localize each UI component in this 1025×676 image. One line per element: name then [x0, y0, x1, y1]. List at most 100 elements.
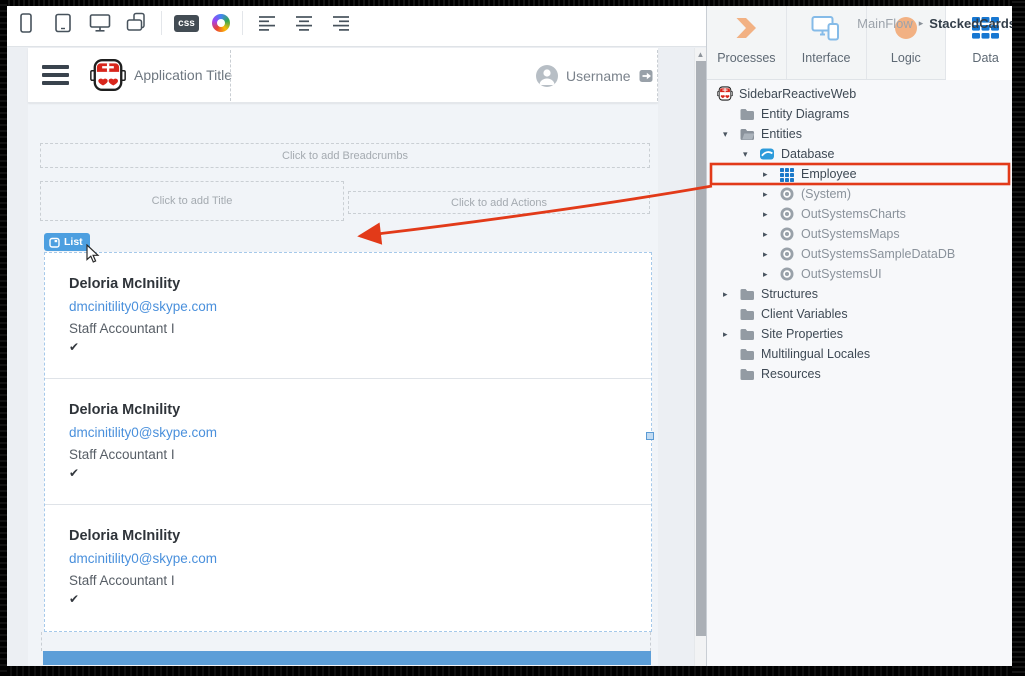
- tree-item-client-variables[interactable]: Client Variables: [707, 304, 1025, 324]
- rotate-orientation-icon[interactable]: [125, 11, 149, 35]
- screenshot-border: [0, 666, 1025, 676]
- reference-icon: [779, 246, 795, 262]
- title-placeholder[interactable]: Click to add Title: [40, 181, 344, 221]
- card-email[interactable]: dmcinitility0@skype.com: [69, 425, 651, 440]
- logout-icon[interactable]: [639, 69, 654, 83]
- list-widget-icon: [49, 237, 60, 248]
- next-widget-bar[interactable]: [43, 651, 651, 665]
- selection-resize-handle[interactable]: [646, 432, 654, 440]
- tree-item-label: OutSystemsSampleDataDB: [801, 247, 955, 261]
- tree-item-label: Database: [781, 147, 835, 161]
- tree-item-structures[interactable]: ▸ Structures: [707, 284, 1025, 304]
- tree-item-label: OutSystemsMaps: [801, 227, 900, 241]
- app-title[interactable]: Application Title: [134, 48, 232, 103]
- widget-edge-dash: [650, 632, 651, 651]
- tree-item-label: Structures: [761, 287, 818, 301]
- tree-item-label: Entities: [761, 127, 802, 141]
- user-menu[interactable]: Username: [536, 48, 654, 103]
- tree-item-label: Multilingual Locales: [761, 347, 870, 361]
- mouse-cursor-icon: [86, 244, 102, 264]
- card-name: Deloria McInility: [69, 276, 651, 292]
- twisty-closed-icon[interactable]: ▸: [723, 289, 739, 300]
- tree-item-site-properties[interactable]: ▸ Site Properties: [707, 324, 1025, 344]
- scrollbar-up-icon[interactable]: ▲: [695, 48, 706, 61]
- tree-item-multilingual-locales[interactable]: Multilingual Locales: [707, 344, 1025, 364]
- tree-item-entities[interactable]: ▾ Entities: [707, 124, 1025, 144]
- right-panel: ProcessesInterfaceLogicData SidebarReact…: [706, 0, 1025, 676]
- entity-icon: [779, 166, 795, 182]
- tree-item-sidebarreactiveweb[interactable]: SidebarReactiveWeb: [707, 84, 1025, 104]
- toolbar-divider: [242, 11, 243, 35]
- tree-item-label: Resources: [761, 367, 821, 381]
- tab-label: Data: [972, 51, 998, 65]
- card-role: Staff Accountant I: [69, 321, 651, 336]
- breadcrumb-flow[interactable]: MainFlow: [857, 16, 913, 31]
- twisty-closed-icon[interactable]: ▸: [763, 249, 779, 260]
- database-icon: [759, 146, 775, 162]
- list-widget[interactable]: Deloria McInility dmcinitility0@skype.com…: [44, 252, 652, 632]
- toolbar-divider: [161, 11, 162, 35]
- service-studio-window: css MainFlow ▸ StackedCards Applicatio: [0, 0, 1025, 676]
- tree-item-label: OutSystemsUI: [801, 267, 882, 281]
- reference-icon: [779, 266, 795, 282]
- scrollbar-thumb[interactable]: [696, 61, 706, 636]
- tree-item-label: Site Properties: [761, 327, 843, 341]
- tree-item-resources[interactable]: Resources: [707, 364, 1025, 384]
- list-widget-badge[interactable]: List: [44, 233, 90, 251]
- tab-interface[interactable]: Interface: [787, 0, 867, 79]
- card-check: ✔: [69, 340, 651, 354]
- canvas-scrollbar: ▲: [694, 48, 706, 676]
- breadcrumb: MainFlow ▸ StackedCards: [857, 0, 1016, 47]
- folder-icon: [739, 286, 755, 302]
- app-logo-icon: [717, 86, 733, 102]
- breadcrumb-screen: StackedCards: [929, 16, 1016, 31]
- breadcrumbs-placeholder[interactable]: Click to add Breadcrumbs: [40, 143, 650, 168]
- tree-item-system[interactable]: ▸(System): [707, 184, 1025, 204]
- twisty-closed-icon[interactable]: ▸: [763, 229, 779, 240]
- folder-icon: [739, 106, 755, 122]
- align-left-icon[interactable]: [255, 11, 279, 35]
- align-right-icon[interactable]: [329, 11, 353, 35]
- align-center-icon[interactable]: [292, 11, 316, 35]
- card-email[interactable]: dmcinitility0@skype.com: [69, 551, 651, 566]
- phone-preview-icon[interactable]: [14, 11, 38, 35]
- tree-item-outsystemssampledatadb[interactable]: ▸ OutSystemsSampleDataDB: [707, 244, 1025, 264]
- tree-item-entity-diagrams[interactable]: Entity Diagrams: [707, 104, 1025, 124]
- tree-item-label: Employee: [801, 167, 857, 181]
- twisty-closed-icon[interactable]: ▸: [763, 269, 779, 280]
- folder-open-icon: [739, 126, 755, 142]
- tab-processes[interactable]: Processes: [707, 0, 787, 79]
- employee-card[interactable]: Deloria McInilitydmcinitility0@skype.com…: [45, 379, 651, 505]
- tree-item-outsystemsmaps[interactable]: ▸ OutSystemsMaps: [707, 224, 1025, 244]
- tablet-preview-icon[interactable]: [51, 11, 75, 35]
- employee-card[interactable]: Deloria McInility dmcinitility0@skype.com…: [45, 253, 651, 379]
- folder-icon: [739, 306, 755, 322]
- actions-placeholder[interactable]: Click to add Actions: [348, 191, 650, 214]
- css-editor-button[interactable]: css: [174, 15, 199, 32]
- desktop-preview-icon[interactable]: [88, 11, 112, 35]
- theme-styles-icon[interactable]: [212, 14, 230, 32]
- screen-preview: Application Title Username Click to add …: [28, 48, 658, 676]
- menu-icon[interactable]: [42, 65, 69, 89]
- employee-card[interactable]: Deloria McInilitydmcinitility0@skype.com…: [45, 505, 651, 631]
- twisty-closed-icon[interactable]: ▸: [763, 169, 779, 180]
- tree-item-employee[interactable]: ▸ Employee: [707, 164, 1025, 184]
- twisty-open-icon[interactable]: ▾: [743, 149, 759, 160]
- tree-item-outsystemsui[interactable]: ▸ OutSystemsUI: [707, 264, 1025, 284]
- placeholder-label: Click to add Breadcrumbs: [282, 150, 408, 162]
- folder-icon: [739, 326, 755, 342]
- tree-item-outsystemscharts[interactable]: ▸OutSystemsCharts: [707, 204, 1025, 224]
- twisty-closed-icon[interactable]: ▸: [723, 329, 739, 340]
- breadcrumb-separator-icon: ▸: [919, 18, 924, 29]
- twisty-closed-icon[interactable]: ▸: [763, 189, 779, 200]
- twisty-closed-icon[interactable]: ▸: [763, 209, 779, 220]
- tree-item-database[interactable]: ▾ Database: [707, 144, 1025, 164]
- app-header-widget[interactable]: Application Title Username: [28, 48, 658, 103]
- tree-item-label: Entity Diagrams: [761, 107, 849, 121]
- design-canvas: Application Title Username Click to add …: [0, 47, 706, 676]
- style-group: css: [174, 14, 230, 32]
- tree-item-label: SidebarReactiveWeb: [739, 87, 856, 101]
- twisty-open-icon[interactable]: ▾: [723, 129, 739, 140]
- card-email[interactable]: dmcinitility0@skype.com: [69, 299, 651, 314]
- folder-icon: [739, 366, 755, 382]
